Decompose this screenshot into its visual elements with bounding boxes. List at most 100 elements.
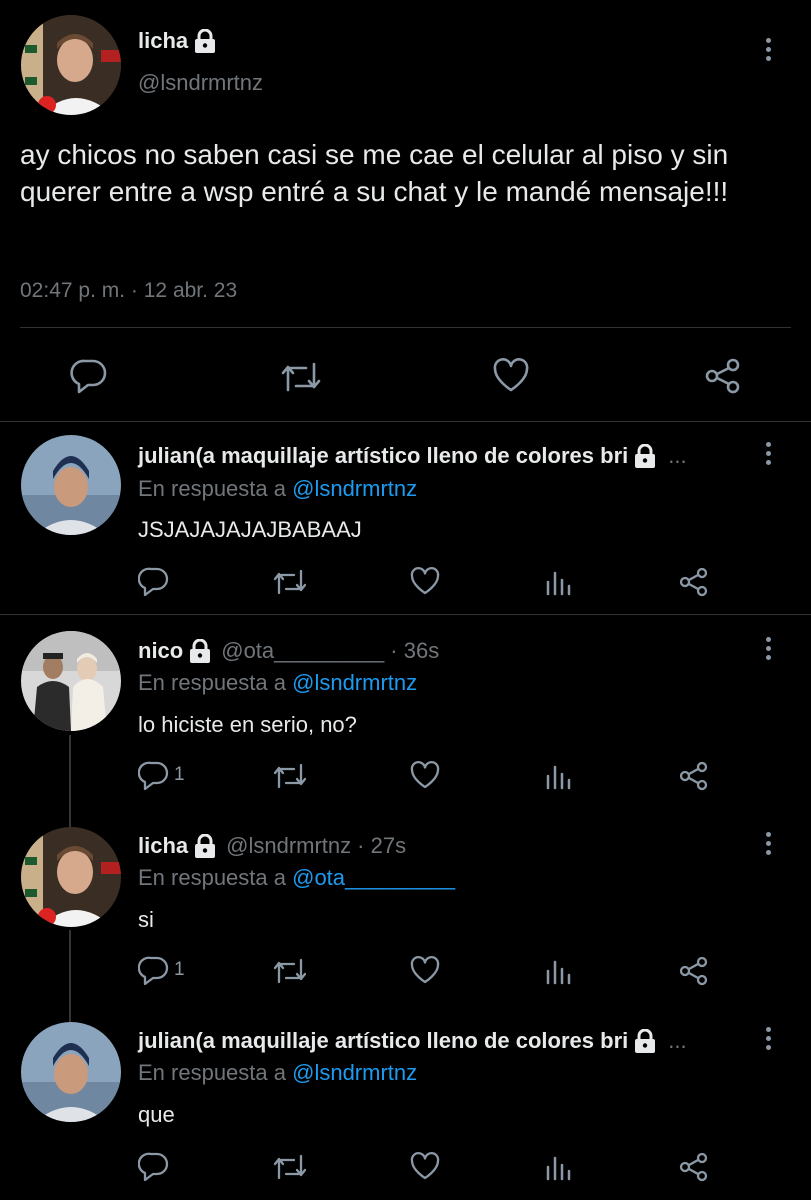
- reply-text: si: [138, 907, 154, 932]
- reply-prefix: En respuesta a: [138, 1060, 286, 1085]
- retweet-icon: [280, 360, 322, 394]
- avatar-licha[interactable]: [21, 15, 121, 115]
- retweet-button[interactable]: [272, 762, 308, 790]
- divider: [0, 614, 811, 615]
- share-button[interactable]: [678, 1151, 710, 1183]
- like-button[interactable]: [409, 566, 441, 596]
- reply-icon: [138, 1151, 170, 1181]
- like-button[interactable]: [409, 760, 441, 790]
- share-icon: [678, 760, 710, 792]
- views-button[interactable]: [544, 957, 572, 985]
- name-truncation: ...: [668, 443, 687, 468]
- avatar-julian[interactable]: [21, 435, 121, 535]
- views-icon: [544, 568, 572, 596]
- like-button[interactable]: [409, 955, 441, 985]
- reply-button[interactable]: [138, 1151, 174, 1181]
- more-options-icon[interactable]: [763, 38, 773, 64]
- share-button[interactable]: [678, 760, 710, 792]
- retweet-button[interactable]: [280, 360, 322, 394]
- views-icon: [544, 1153, 572, 1181]
- retweet-button[interactable]: [272, 568, 308, 596]
- reply-text: que: [138, 1102, 175, 1127]
- author-name[interactable]: julian(a maquillaje artístico lleno de c…: [138, 1028, 628, 1054]
- author-name[interactable]: licha: [138, 833, 188, 859]
- tweet-timestamp: 02:47 p. m. · 12 abr. 23: [20, 279, 237, 303]
- avatar-julian[interactable]: [21, 1022, 121, 1122]
- reply-count: 1: [174, 764, 185, 785]
- reply-to-link[interactable]: @lsndrmrtnz: [292, 476, 417, 501]
- retweet-button[interactable]: [272, 1153, 308, 1181]
- reply-button[interactable]: [138, 566, 174, 596]
- reply-context: En respuesta a @ota_________: [138, 865, 455, 891]
- tweet-time: 02:47 p. m.: [20, 279, 126, 302]
- reply-time: · 27s: [357, 833, 407, 858]
- author-name[interactable]: julian(a maquillaje artístico lleno de c…: [138, 443, 628, 469]
- views-button[interactable]: [544, 762, 572, 790]
- share-button[interactable]: [678, 566, 710, 598]
- author-handle[interactable]: @lsndrmrtnz: [138, 70, 263, 96]
- reply-prefix: En respuesta a: [138, 670, 286, 695]
- share-icon: [678, 566, 710, 598]
- views-button[interactable]: [544, 568, 572, 596]
- author-name[interactable]: licha: [138, 28, 188, 54]
- reply-context: En respuesta a @lsndrmrtnz: [138, 670, 417, 696]
- lock-icon: [194, 29, 216, 53]
- reply-to-link[interactable]: @ota_________: [292, 865, 455, 890]
- reply-prefix: En respuesta a: [138, 476, 286, 501]
- name-truncation: ...: [668, 1028, 687, 1053]
- divider: [0, 421, 811, 422]
- like-button[interactable]: [409, 1151, 441, 1181]
- timestamp-separator: ·: [130, 279, 138, 302]
- reply-button[interactable]: 1: [138, 760, 185, 790]
- more-options-icon[interactable]: [763, 832, 773, 858]
- retweet-icon: [272, 762, 308, 790]
- thread-line: [69, 930, 71, 1022]
- tweet-date: 12 abr. 23: [143, 279, 238, 302]
- avatar-licha[interactable]: [21, 827, 121, 927]
- like-icon: [409, 955, 441, 985]
- retweet-icon: [272, 568, 308, 596]
- more-options-icon[interactable]: [763, 637, 773, 663]
- like-icon: [409, 566, 441, 596]
- author-handle[interactable]: @ota_________: [221, 638, 384, 664]
- share-button[interactable]: [703, 357, 743, 395]
- reply-icon: [138, 955, 170, 985]
- like-button[interactable]: [492, 357, 530, 393]
- reply-icon: [138, 566, 170, 596]
- reply-text: JSJAJAJAJAJBABAAJ: [138, 517, 362, 542]
- reply-time: · 36s: [390, 638, 440, 663]
- reply-text: lo hiciste en serio, no?: [138, 712, 357, 737]
- reply-prefix: En respuesta a: [138, 865, 286, 890]
- reply-to-link[interactable]: @lsndrmrtnz: [292, 670, 417, 695]
- views-icon: [544, 957, 572, 985]
- reply-context: En respuesta a @lsndrmrtnz: [138, 476, 417, 502]
- reply-button[interactable]: 1: [138, 955, 185, 985]
- reply-to-link[interactable]: @lsndrmrtnz: [292, 1060, 417, 1085]
- like-icon: [492, 357, 530, 393]
- more-options-icon[interactable]: [763, 442, 773, 468]
- reply-icon: [70, 358, 108, 394]
- lock-icon: [634, 444, 656, 468]
- thread-line: [69, 735, 71, 828]
- share-icon: [703, 357, 743, 395]
- views-button[interactable]: [544, 1153, 572, 1181]
- avatar-nico[interactable]: [21, 631, 121, 731]
- author-name[interactable]: nico: [138, 638, 183, 664]
- lock-icon: [189, 639, 211, 663]
- views-icon: [544, 762, 572, 790]
- retweet-button[interactable]: [272, 957, 308, 985]
- share-icon: [678, 955, 710, 987]
- reply-context: En respuesta a @lsndrmrtnz: [138, 1060, 417, 1086]
- share-icon: [678, 1151, 710, 1183]
- divider: [20, 327, 791, 328]
- retweet-icon: [272, 957, 308, 985]
- like-icon: [409, 760, 441, 790]
- tweet-text: ay chicos no saben casi se me cae el cel…: [20, 139, 729, 207]
- lock-icon: [634, 1029, 656, 1053]
- reply-count: 1: [174, 959, 185, 980]
- retweet-icon: [272, 1153, 308, 1181]
- reply-button[interactable]: [70, 358, 108, 394]
- author-handle[interactable]: @lsndrmrtnz: [226, 833, 351, 859]
- more-options-icon[interactable]: [763, 1027, 773, 1053]
- share-button[interactable]: [678, 955, 710, 987]
